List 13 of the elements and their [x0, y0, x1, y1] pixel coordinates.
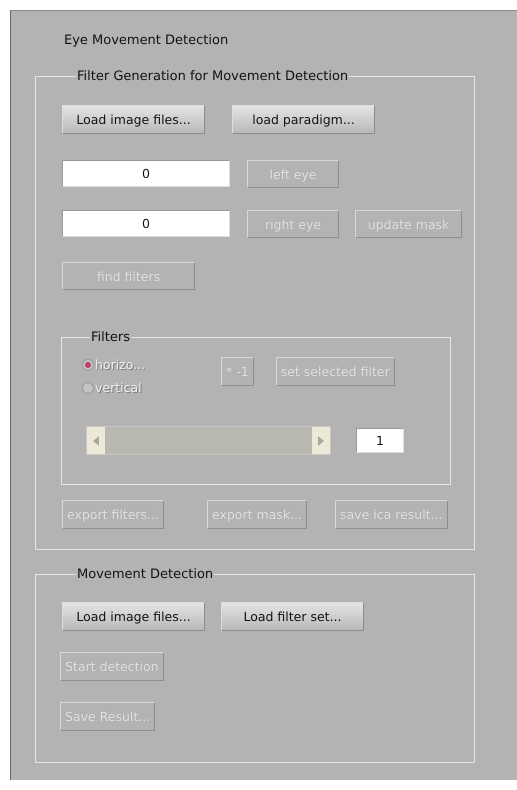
window-title: Eye Movement Detection [64, 33, 228, 48]
left-eye-field[interactable]: 0 [62, 160, 230, 187]
left-arrow-icon [93, 436, 99, 446]
load-image-files-button[interactable]: Load image files... [62, 602, 205, 631]
right-arrow-icon [318, 436, 324, 446]
load-paradigm-button[interactable]: load paradigm... [232, 105, 375, 134]
filters-title: Filters [90, 330, 131, 345]
load-filter-set-button[interactable]: Load filter set... [221, 602, 364, 631]
load-image-files-button[interactable]: Load image files... [62, 105, 205, 134]
group-title: Movement Detection [76, 567, 214, 582]
filter-number-field[interactable]: 1 [356, 428, 404, 453]
group-title: Filter Generation for Movement Detection [76, 69, 350, 84]
right-eye-field[interactable]: 0 [62, 210, 230, 237]
